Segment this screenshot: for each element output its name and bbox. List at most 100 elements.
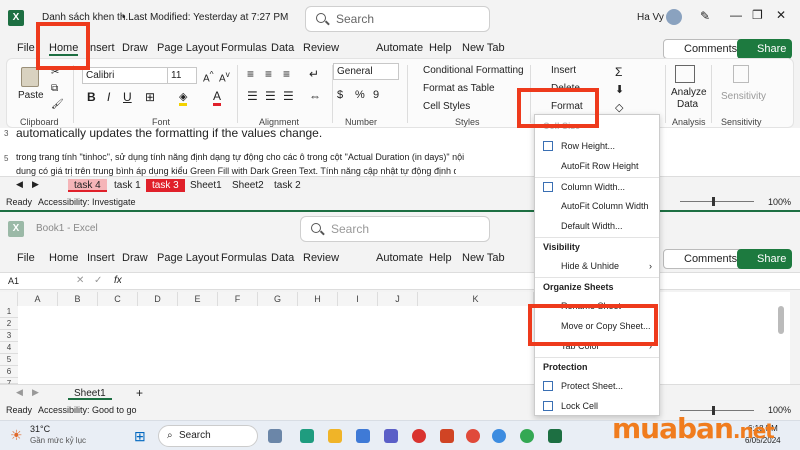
store-icon[interactable]	[356, 429, 370, 443]
column-width-item[interactable]: Column Width...	[561, 182, 625, 192]
column-header[interactable]: E	[178, 292, 218, 306]
menu-help[interactable]: Help	[429, 252, 452, 264]
mail-icon[interactable]	[466, 429, 480, 443]
shrink-font-icon[interactable]: Av	[219, 69, 230, 84]
menu-help[interactable]: Help	[429, 42, 452, 54]
bottom-grid[interactable]: A B C D E F G H I J K 1 2 3 4 5 6 7	[0, 292, 790, 388]
scroll-left-icon[interactable]: ◀	[16, 387, 23, 398]
comments-button[interactable]: Comments	[663, 249, 745, 269]
tab-task-1[interactable]: task 1	[108, 179, 147, 192]
taskbar-search[interactable]: ⌕ Search	[158, 425, 258, 447]
row-header[interactable]: 1	[0, 306, 18, 318]
sensitivity-button[interactable]: Sensitivity	[721, 91, 766, 102]
menu-page-layout[interactable]: Page Layout	[157, 252, 219, 264]
column-header[interactable]: A	[18, 292, 58, 306]
fill-color-icon[interactable]: ◈	[179, 90, 188, 106]
align-right-icon[interactable]: ☰	[283, 89, 294, 103]
menu-insert[interactable]: Insert	[87, 252, 115, 264]
column-header[interactable]: F	[218, 292, 258, 306]
insert-function-icon[interactable]: fx	[114, 275, 122, 286]
menu-review[interactable]: Review	[303, 252, 339, 264]
vertical-scrollbar[interactable]	[778, 306, 784, 334]
tab-task-4[interactable]: task 4	[68, 179, 107, 192]
wrap-text-icon[interactable]: ↵	[309, 67, 319, 81]
default-width-item[interactable]: Default Width...	[561, 221, 623, 231]
excel-taskbar-icon[interactable]	[548, 429, 562, 443]
currency-icon[interactable]: $	[337, 89, 343, 101]
column-header[interactable]: K	[418, 292, 534, 306]
row-height-item[interactable]: Row Height...	[561, 141, 615, 151]
align-bottom-icon[interactable]: ≡	[283, 67, 290, 81]
menu-draw[interactable]: Draw	[122, 252, 148, 264]
pen-icon[interactable]: ✎	[700, 9, 710, 23]
corner-cell[interactable]	[0, 292, 18, 306]
menu-data[interactable]: Data	[271, 252, 294, 264]
powerpoint-icon[interactable]	[440, 429, 454, 443]
file-explorer-icon[interactable]	[328, 429, 342, 443]
tab-sheet2[interactable]: Sheet2	[226, 179, 270, 192]
menu-insert[interactable]: Insert	[87, 42, 115, 54]
scroll-right-icon[interactable]: ▶	[32, 387, 39, 398]
accessibility-status[interactable]: Accessibility: Good to go	[38, 402, 137, 418]
windows-start-icon[interactable]: ⊞	[134, 428, 146, 445]
font-color-icon[interactable]: A	[213, 89, 222, 106]
minimize-icon[interactable]: —	[730, 8, 742, 22]
confirm-entry-icon[interactable]: ✓	[94, 275, 102, 286]
zoom-thumb[interactable]	[712, 197, 715, 206]
tab-sheet1[interactable]: Sheet1	[68, 387, 112, 400]
row-header[interactable]: 2	[0, 318, 18, 330]
zoom-slider[interactable]	[680, 410, 754, 411]
tab-sheet1[interactable]: Sheet1	[184, 179, 228, 192]
font-name-select[interactable]: Calibri	[82, 67, 168, 84]
analyze-data-icon[interactable]	[675, 65, 695, 83]
menu-data[interactable]: Data	[271, 42, 294, 54]
app-icon[interactable]	[412, 429, 426, 443]
column-header[interactable]: B	[58, 292, 98, 306]
row-header[interactable]: 3	[0, 330, 18, 342]
chrome-icon[interactable]	[520, 429, 534, 443]
menu-new-tab[interactable]: New Tab	[462, 42, 505, 54]
menu-draw[interactable]: Draw	[122, 42, 148, 54]
clear-icon[interactable]: ◇	[615, 101, 623, 114]
menu-new-tab[interactable]: New Tab	[462, 252, 505, 264]
cancel-entry-icon[interactable]: ✕	[76, 275, 84, 286]
menu-formulas[interactable]: Formulas	[221, 42, 267, 54]
zoom-level[interactable]: 100%	[768, 194, 791, 210]
row-header[interactable]: 5	[0, 354, 18, 366]
autofit-row-height-item[interactable]: AutoFit Row Height	[561, 161, 639, 171]
row-header[interactable]: 4	[0, 342, 18, 354]
tab-task-2[interactable]: task 2	[268, 179, 307, 192]
paste-icon[interactable]	[21, 67, 39, 87]
avatar[interactable]	[666, 9, 682, 25]
menu-review[interactable]: Review	[303, 42, 339, 54]
font-size-select[interactable]: 11	[167, 67, 197, 84]
cell-text-row3[interactable]: automatically updates the formatting if …	[16, 126, 322, 140]
align-center-icon[interactable]: ☰	[265, 89, 276, 103]
weather-icon[interactable]: ☀	[10, 427, 23, 444]
column-header[interactable]: G	[258, 292, 298, 306]
percent-icon[interactable]: %	[355, 89, 365, 101]
bold-icon[interactable]: B	[87, 90, 96, 104]
row-header[interactable]: 6	[0, 366, 18, 378]
menu-file[interactable]: File	[17, 42, 35, 54]
name-box[interactable]: A1	[8, 276, 19, 286]
cell-styles-button[interactable]: Cell Styles	[423, 101, 470, 112]
accessibility-status[interactable]: Accessibility: Investigate	[38, 194, 136, 210]
insert-cells-button[interactable]: Insert	[551, 65, 576, 76]
menu-automate[interactable]: Automate	[376, 42, 423, 54]
paste-button[interactable]: Paste	[18, 90, 44, 101]
autosum-icon[interactable]: Σ	[615, 65, 622, 79]
analyze-data-line2[interactable]: Data	[677, 99, 698, 110]
restore-icon[interactable]: ❐	[752, 8, 763, 22]
close-icon[interactable]: ✕	[776, 8, 786, 22]
bottom-search-box[interactable]: Search	[300, 216, 490, 242]
grow-font-icon[interactable]: A^	[203, 69, 214, 84]
column-header[interactable]: H	[298, 292, 338, 306]
borders-icon[interactable]: ⊞	[145, 90, 155, 104]
conditional-formatting-button[interactable]: Conditional Formatting	[423, 65, 524, 76]
column-header[interactable]: C	[98, 292, 138, 306]
menu-page-layout[interactable]: Page Layout	[157, 42, 219, 54]
number-format-select[interactable]: General	[333, 63, 399, 80]
teams-icon[interactable]	[384, 429, 398, 443]
task-view-icon[interactable]	[268, 429, 282, 443]
